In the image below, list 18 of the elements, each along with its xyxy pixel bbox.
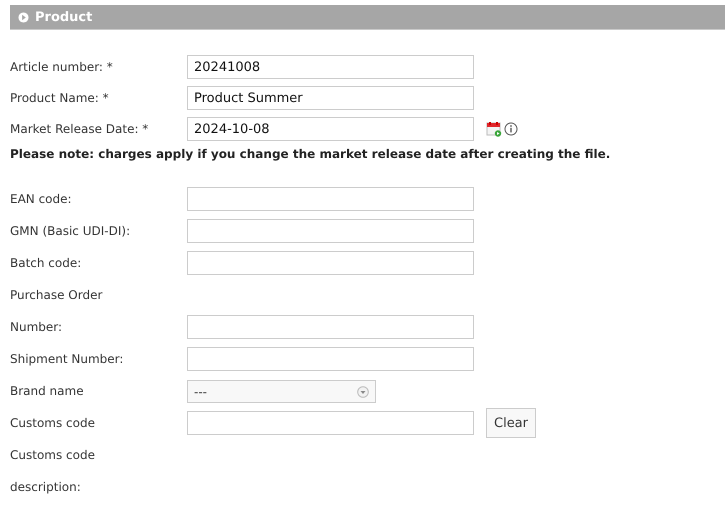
field-label: Batch code: (10, 255, 82, 272)
field-label: GMN (Basic UDI-DI): (10, 223, 132, 240)
note-text: Please note: charges apply if you change the market release date after creating the file. (10, 147, 612, 161)
field-label: Market Release Date: * (10, 121, 150, 138)
field-label: Brand name (10, 383, 85, 400)
input-field[interactable]: Product Summer (187, 86, 474, 110)
field-label: EAN code: (10, 191, 73, 208)
field-label: Customs code (10, 415, 96, 432)
field-label: Customs code description: (10, 447, 96, 496)
input-field[interactable]: 20241008 (187, 55, 474, 79)
input-field[interactable]: 2024-10-08 (187, 117, 474, 141)
field-label: Article number: * (10, 59, 114, 76)
field-label: Product Name: * (10, 90, 110, 107)
field-label: Shipment Number: (10, 351, 124, 368)
section-title: Product (35, 10, 92, 24)
brand-dropdown[interactable]: --- (187, 380, 376, 403)
clear-button[interactable]: Clear (486, 408, 536, 438)
field-label: Purchase Order Number: (10, 287, 104, 336)
